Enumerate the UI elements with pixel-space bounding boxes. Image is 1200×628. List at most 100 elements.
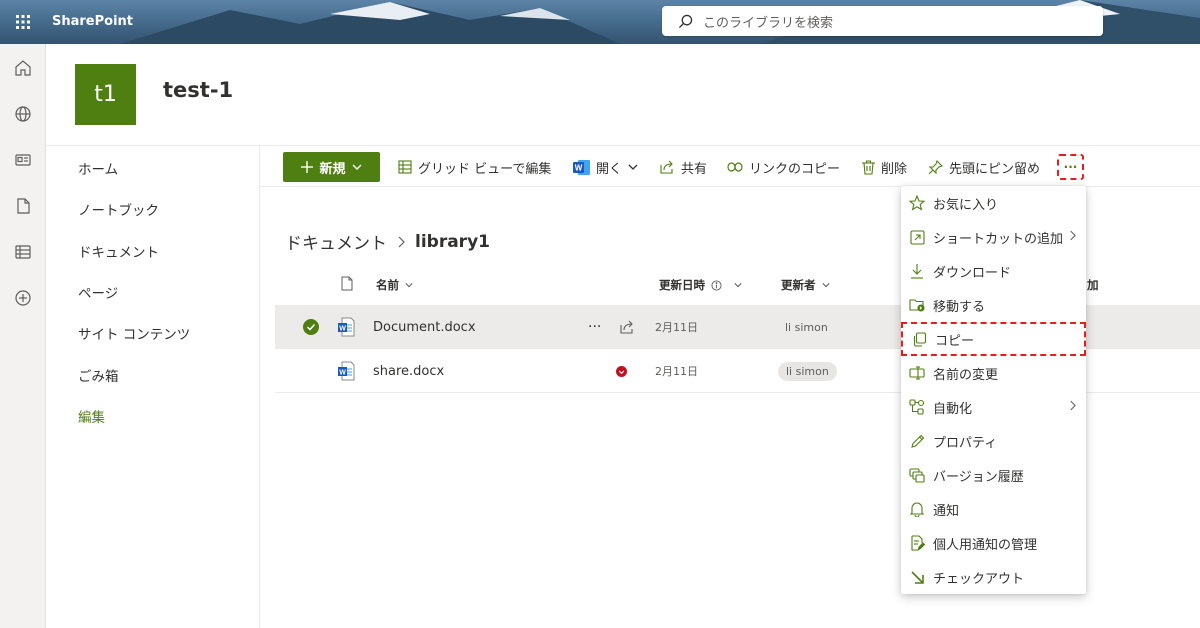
chevron-down-icon [352, 164, 361, 170]
menu-item-properties[interactable]: プロパティ [901, 424, 1086, 458]
menu-item-copy[interactable]: コピー [901, 322, 1086, 356]
menu-item-rename[interactable]: 名前の変更 [901, 356, 1086, 390]
menu-item-automate[interactable]: 自動化 [901, 390, 1086, 424]
menu-item-move[interactable]: 移動する [901, 288, 1086, 322]
menu-item-favorite[interactable]: お気に入り [901, 186, 1086, 220]
manage-alerts-icon [910, 535, 925, 551]
svg-text:W: W [339, 326, 346, 333]
automate-icon [909, 399, 925, 415]
name-column-label: 名前 [376, 278, 399, 292]
grid-edit-button[interactable]: グリッド ビューで編集 [398, 146, 551, 188]
file-name[interactable]: Document.docx [373, 305, 476, 349]
word-file-icon: W [337, 305, 355, 349]
share-button[interactable]: 共有 [660, 146, 707, 188]
modified-column-header[interactable]: 更新日時 [659, 277, 742, 293]
modified-by-persona: li simon [778, 361, 837, 381]
delete-button[interactable]: 削除 [862, 146, 907, 188]
site-logo[interactable]: t1 [75, 64, 136, 125]
pin-to-top-button[interactable]: 先頭にピン留め [928, 146, 1040, 188]
app-name[interactable]: SharePoint [52, 0, 133, 44]
file-modified-by[interactable]: li simon [785, 305, 828, 349]
breadcrumb-parent[interactable]: ドキュメント [285, 229, 387, 254]
chevron-right-icon [398, 236, 405, 247]
menu-item-version-history[interactable]: バージョン履歴 [901, 458, 1086, 492]
menu-item-label: ショートカットの追加 [933, 231, 1064, 247]
new-button-label: 新規 [319, 161, 346, 177]
copy-link-label: リンクのコピー [749, 161, 841, 177]
menu-item-label: バージョン履歴 [933, 469, 1024, 485]
create-rail-button[interactable] [11, 286, 35, 310]
nav-item-documents[interactable]: ドキュメント [78, 241, 159, 261]
checkout-icon [910, 570, 924, 584]
nav-item-notebook[interactable]: ノートブック [78, 199, 159, 219]
nav-item-site-contents[interactable]: サイト コンテンツ [78, 323, 190, 343]
menu-item-alert[interactable]: 通知 [901, 492, 1086, 526]
file-type-column-header[interactable] [341, 276, 353, 291]
file-modified-by[interactable]: li simon [778, 349, 837, 393]
suite-header: SharePoint このライブラリを検索 [0, 0, 1200, 44]
menu-item-manage-alerts[interactable]: 個人用通知の管理 [901, 526, 1086, 560]
menu-item-label: ダウンロード [933, 265, 1012, 281]
menu-item-label: 通知 [933, 503, 960, 519]
nav-edit-link[interactable]: 編集 [78, 406, 105, 426]
modified-column-label: 更新日時 [659, 278, 705, 292]
bell-icon [910, 502, 924, 517]
home-rail-button[interactable] [11, 56, 35, 80]
more-actions-button[interactable]: ··· [1057, 154, 1084, 180]
sites-rail-button[interactable] [11, 102, 35, 126]
show-actions-icon[interactable]: ··· [588, 305, 601, 349]
search-icon [678, 14, 693, 28]
file-icon [341, 276, 353, 291]
search-box[interactable]: このライブラリを検索 [662, 6, 1103, 36]
menu-item-checkout[interactable]: チェックアウト [901, 560, 1086, 594]
shortcut-icon [909, 229, 925, 245]
checkmark-circle-icon [303, 319, 319, 335]
ellipsis-icon: ··· [1063, 160, 1078, 174]
globe-icon [15, 106, 31, 122]
delete-label: 削除 [881, 161, 908, 177]
modified-by-column-header[interactable]: 更新者 [781, 277, 830, 293]
news-icon [15, 154, 31, 166]
list-icon [15, 245, 31, 259]
copy-link-button[interactable]: リンクのコピー [727, 146, 840, 188]
chevron-down-icon [405, 283, 413, 288]
site-title[interactable]: test-1 [163, 78, 233, 102]
modified-by-column-label: 更新者 [781, 278, 816, 292]
word-doc-icon: W [338, 317, 355, 337]
name-column-header[interactable]: 名前 [376, 277, 413, 293]
row-select-checkbox[interactable] [303, 305, 319, 349]
files-rail-button[interactable] [11, 194, 35, 218]
pin-label: 先頭にピン留め [949, 161, 1041, 177]
nav-item-home[interactable]: ホーム [78, 158, 118, 178]
grid-icon [398, 160, 412, 174]
lists-rail-button[interactable] [11, 240, 35, 264]
share-icon [660, 160, 673, 174]
file-name[interactable]: share.docx [373, 349, 444, 393]
chevron-down-icon [821, 283, 830, 288]
move-icon [909, 299, 925, 312]
menu-item-label: お気に入り [933, 197, 999, 213]
share-file-button[interactable] [620, 305, 635, 349]
menu-item-add-shortcut[interactable]: ショートカットの追加 [901, 220, 1086, 254]
document-icon [17, 198, 30, 214]
menu-item-label: プロパティ [933, 435, 998, 451]
app-launcher-button[interactable] [0, 0, 46, 44]
menu-item-download[interactable]: ダウンロード [901, 254, 1086, 288]
chevron-down-icon [734, 283, 742, 288]
nav-item-pages[interactable]: ページ [78, 282, 118, 302]
pin-icon [928, 159, 943, 174]
share-icon [620, 320, 633, 334]
copy-icon [913, 331, 926, 347]
open-label: 開く [596, 161, 623, 177]
news-rail-button[interactable] [11, 148, 35, 172]
sharing-status-icon [616, 365, 627, 377]
add-column-header[interactable]: 加 [1087, 277, 1099, 293]
version-history-icon [909, 467, 925, 483]
open-button[interactable]: W 開く [573, 146, 638, 188]
waffle-icon [16, 15, 30, 29]
svg-text:W: W [339, 370, 346, 377]
chevron-down-icon [628, 164, 638, 170]
nav-item-recycle-bin[interactable]: ごみ箱 [78, 365, 119, 385]
menu-item-label: 移動する [933, 299, 986, 315]
new-button[interactable]: 新規 [283, 152, 380, 182]
